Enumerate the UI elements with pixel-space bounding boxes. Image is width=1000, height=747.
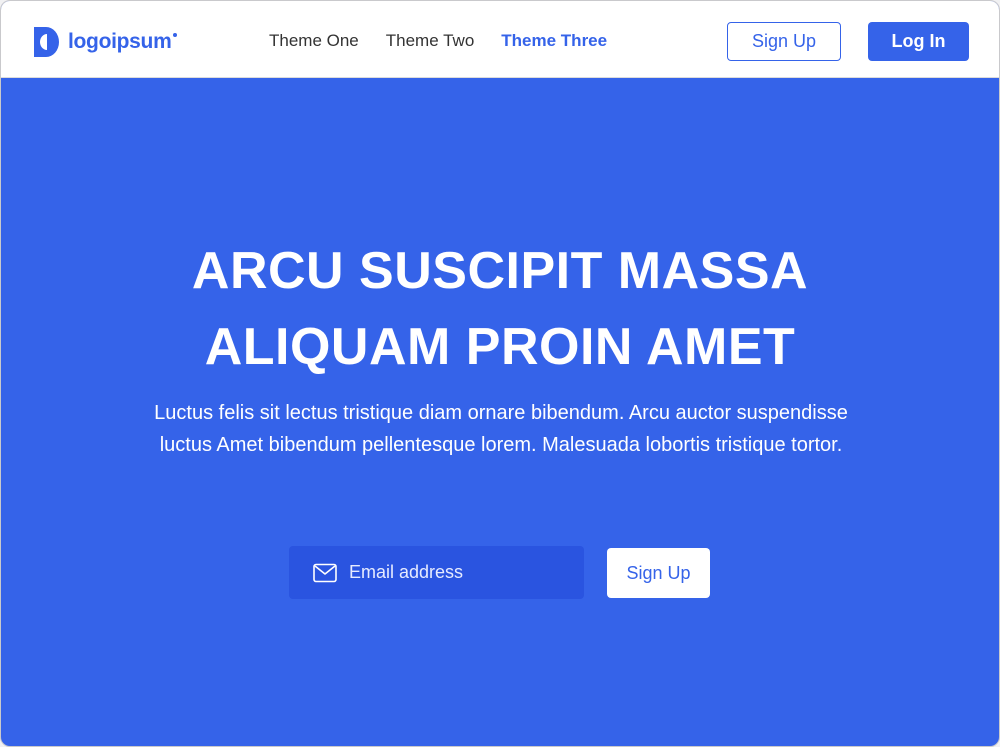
logo-dot [173,33,178,37]
logo-wordmark: logoipsum [68,30,172,53]
hero-title: ARCU SUSCIPIT MASSA ALIQUAM PROIN AMET [1,233,999,385]
nav-link-theme-two[interactable]: Theme Two [386,31,475,51]
nav-link-theme-three[interactable]: Theme Three [501,31,607,51]
logo-text: logoipsum [68,30,178,54]
nav-links: Theme One Theme Two Theme Three [269,31,607,51]
top-navbar: logoipsum Theme One Theme Two Theme Thre… [1,1,999,78]
hero-title-line-2: ALIQUAM PROIN AMET [204,318,796,376]
nav-login-button[interactable]: Log In [868,22,969,61]
hero-signup-button[interactable]: Sign Up [607,548,710,598]
app-window: logoipsum Theme One Theme Two Theme Thre… [0,0,1000,747]
nav-signup-button[interactable]: Sign Up [727,22,841,61]
mail-icon [313,563,337,583]
hero-description: Luctus felis sit lectus tristique diam o… [154,402,848,456]
logo[interactable]: logoipsum [34,27,178,57]
logo-icon [34,27,59,57]
email-input[interactable] [349,546,574,599]
email-field[interactable] [289,546,584,599]
hero-title-line-1: ARCU SUSCIPIT MASSA [191,242,809,300]
nav-link-theme-one[interactable]: Theme One [269,31,359,51]
